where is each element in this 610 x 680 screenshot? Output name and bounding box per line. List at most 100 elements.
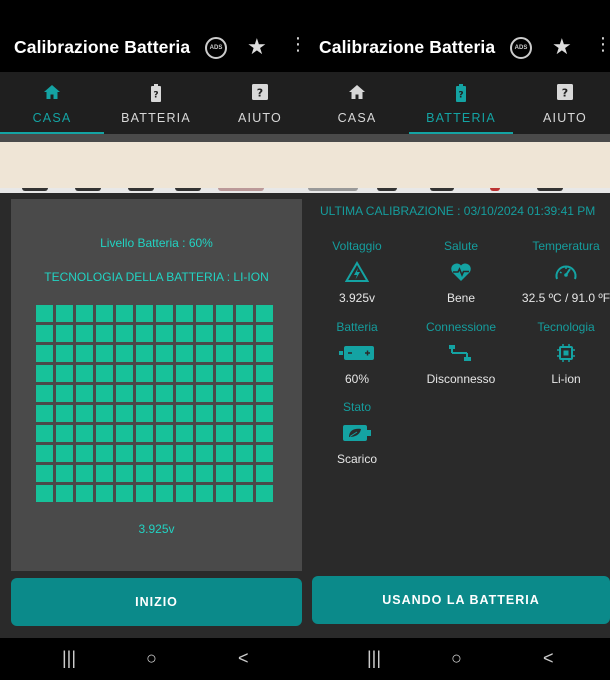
ads-icon[interactable]: ADS [510,37,532,59]
divider [305,134,610,142]
back-button[interactable]: < [238,648,249,669]
battery-cell [175,404,194,423]
tab-batteria[interactable]: ? BATTERIA [104,72,208,134]
battery-cell [195,444,214,463]
battery-cell [215,344,234,363]
ad-banner[interactable] [0,142,305,188]
battery-cell [95,305,114,323]
battery-cell [55,364,74,383]
battery-cell [255,364,274,383]
battery-cell [235,305,254,323]
battery-cell [75,444,94,463]
metric-value: Bene [446,291,476,305]
metric-value: 3.925v [338,291,376,305]
chip-icon [514,338,610,368]
left-screen: Calibrazione Batteria ADS ★ ⋮ CASA ? BAT… [0,0,305,680]
battery-cell [95,424,114,443]
right-screen: Calibrazione Batteria ADS ★ ⋮ CASA ? BAT… [305,0,610,680]
battery-cell [215,404,234,423]
home-button[interactable]: ○ [451,648,462,669]
battery-unknown-icon: ? [104,84,208,102]
battery-cell [75,464,94,483]
metric-salute: Salute Bene [409,239,513,305]
tab-bar: CASA ? BATTERIA ? AIUTO [305,72,610,134]
battery-cell [175,324,194,343]
tab-batteria[interactable]: ? BATTERIA [409,72,513,134]
battery-cell [75,424,94,443]
battery-cell [175,344,194,363]
battery-cell [36,305,54,323]
battery-cell [215,444,234,463]
metric-value: Li-ion [551,372,581,386]
ads-icon[interactable]: ADS [205,37,227,59]
battery-icon [305,338,409,368]
svg-text:?: ? [458,91,463,101]
recents-button[interactable]: ||| [62,648,76,669]
battery-cell [115,424,134,443]
battery-cell [255,464,274,483]
star-icon[interactable]: ★ [552,34,572,60]
tab-casa[interactable]: CASA [305,72,409,134]
star-icon[interactable]: ★ [247,34,267,60]
ad-banner[interactable] [305,142,610,188]
battery-cell [75,344,94,363]
metric-stato: Stato Scarico [305,400,409,466]
battery-cell [155,384,174,403]
using-battery-button[interactable]: USANDO LA BATTERIA [312,576,610,624]
battery-cell [55,444,74,463]
battery-cell [235,464,254,483]
battery-cell [135,464,154,483]
battery-cell [175,464,194,483]
metric-label: Voltaggio [332,239,382,253]
back-button[interactable]: < [543,648,554,669]
battery-cell [75,324,94,343]
battery-cell [55,424,74,443]
battery-cell [115,305,134,323]
metric-connessione: Connessione Disconnesso [409,320,513,386]
battery-cell [175,364,194,383]
more-options-icon[interactable]: ⋮ [594,35,610,53]
battery-cell [195,364,214,383]
tab-casa[interactable]: CASA [0,72,104,134]
battery-cell [175,444,194,463]
svg-text:?: ? [257,87,263,100]
svg-text:?: ? [562,87,568,100]
battery-cell [36,364,54,383]
tab-aiuto[interactable]: ? AIUTO [513,72,610,134]
home-icon [305,84,409,100]
home-icon [0,84,104,100]
metric-temperatura: Temperatura 32.5 ºC / 91.0 ºF [514,239,610,305]
metric-tecnologia: Tecnologia Li-ion [514,320,610,386]
tab-aiuto[interactable]: ? AIUTO [208,72,305,134]
more-options-icon[interactable]: ⋮ [289,35,305,53]
battery-cell [135,444,154,463]
battery-cell [55,344,74,363]
battery-cell [115,324,134,343]
battery-cell [255,424,274,443]
battery-cell [155,305,174,323]
battery-cell [215,305,234,323]
battery-cell [235,364,254,383]
metric-value: Disconnesso [426,372,496,386]
battery-cell [235,344,254,363]
battery-cell [55,324,74,343]
battery-cell [95,404,114,423]
recents-button[interactable]: ||| [367,648,381,669]
start-button[interactable]: INIZIO [11,578,302,626]
battery-cell [195,424,214,443]
battery-cell [135,484,154,503]
svg-text:?: ? [153,91,158,101]
battery-cell [55,464,74,483]
battery-cell [215,484,234,503]
home-button[interactable]: ○ [146,648,157,669]
battery-cell [255,305,274,323]
metric-value: Scarico [336,452,377,466]
battery-cell [36,404,54,423]
battery-cell [195,324,214,343]
tab-label: CASA [337,111,377,125]
battery-cell [155,464,174,483]
metric-label: Connessione [425,320,497,334]
battery-cell [255,344,274,363]
metric-value: 60% [344,372,370,386]
battery-cell [75,404,94,423]
